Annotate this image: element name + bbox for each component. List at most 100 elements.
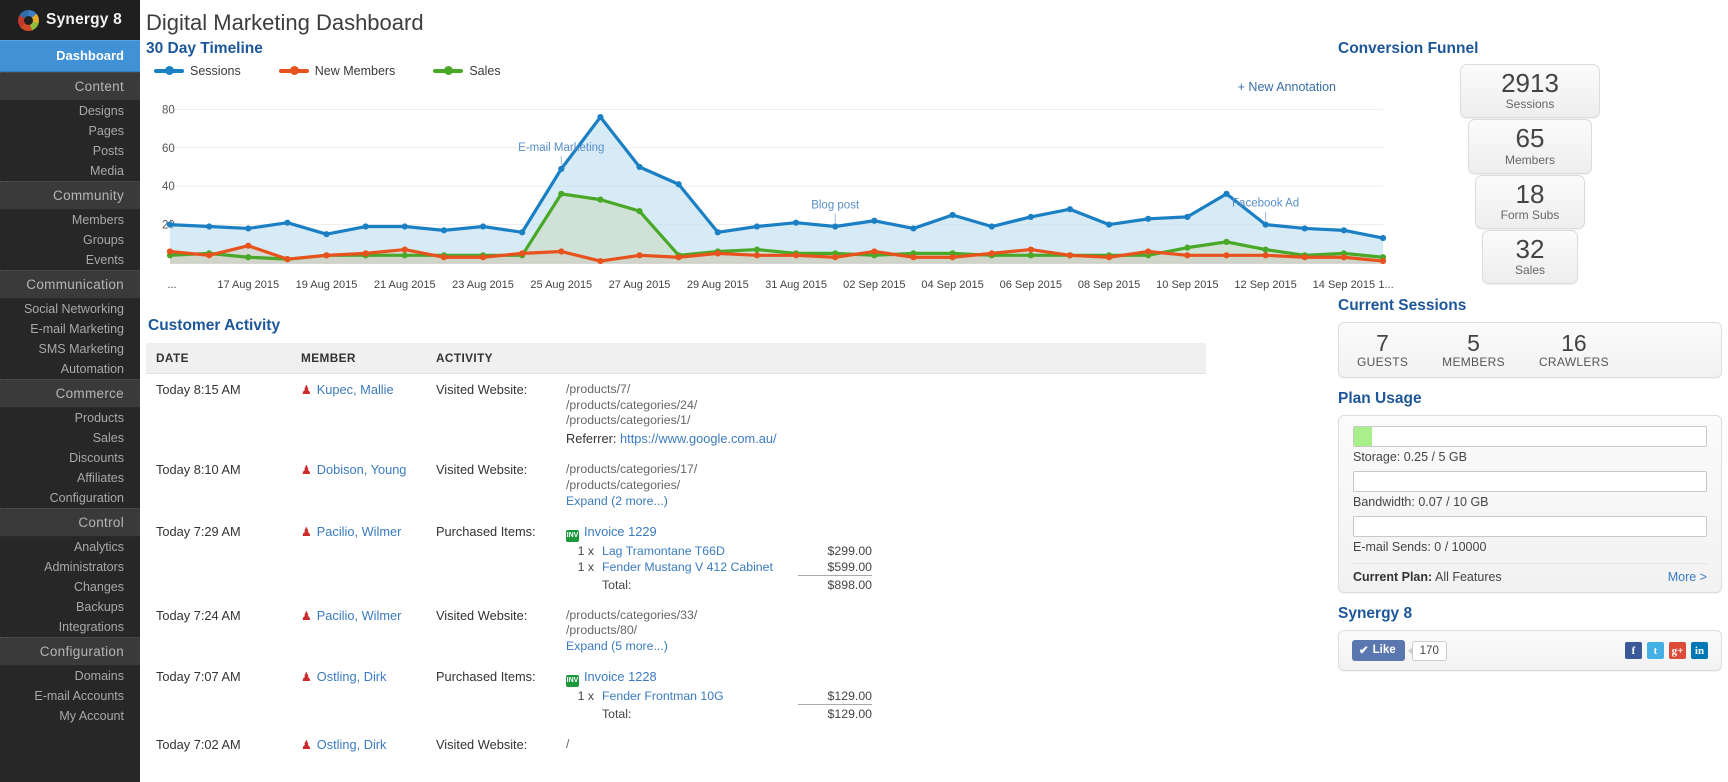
legend-label: New Members [314,64,396,78]
sidebar-item-sales[interactable]: Sales [0,428,140,448]
sidebar-item-pages[interactable]: Pages [0,121,140,141]
customer-activity-table: DATE MEMBER ACTIVITY Today 8:15 AM ♟ Kupec… [146,343,1206,761]
session-stat-value: 7 [1376,330,1389,357]
x-axis-tick: 29 Aug 2015 [687,279,749,291]
table-row: Today 8:15 AM ♟ Kupec, Mallie Visited Websi… [146,374,1206,455]
member-link[interactable]: Pacilio, Wilmer [317,608,402,623]
expand-link[interactable]: Expand (5 more...) [566,639,1200,653]
sidebar-item-discounts[interactable]: Discounts [0,448,140,468]
legend-item-sessions[interactable]: Sessions [154,64,241,78]
like-button[interactable]: ✔ Like [1352,640,1405,662]
sidebar-item-media[interactable]: Media [0,161,140,181]
x-axis-tick: 31 Aug 2015 [765,279,827,291]
invoice-item-price: $129.00 [798,689,872,706]
activity-member-cell: ♟ Pacilio, Wilmer [291,516,426,600]
sidebar-item-affiliates[interactable]: Affiliates [0,468,140,488]
sidebar-item-integrations[interactable]: Integrations [0,617,140,637]
sidebar-item-changes[interactable]: Changes [0,577,140,597]
funnel-step-sales[interactable]: 32 Sales [1482,229,1578,285]
legend-item-new-members[interactable]: New Members [278,64,396,78]
funnel-value: 65 [1515,123,1545,154]
twitter-icon[interactable]: t [1647,642,1664,660]
social-share-icons: f t g+ in [1625,642,1708,660]
sidebar-item-sms-marketing[interactable]: SMS Marketing [0,339,140,359]
y-axis-tick: 40 [162,181,175,193]
facebook-icon[interactable]: f [1625,642,1642,660]
sidebar-item-e-mail-marketing[interactable]: E-mail Marketing [0,319,140,339]
invoice-total-spacer [566,707,602,721]
visited-path: /products/categories/24/ [566,397,698,412]
plan-usage-caption: Storage: 0.25 / 5 GB [1353,450,1467,465]
session-stat-crawlers: 16 CRAWLERS [1539,331,1609,369]
invoice-link[interactable]: Invoice 1229 [584,524,657,539]
invoice-item-qty: 1 x [577,543,594,558]
sidebar-item-products[interactable]: Products [0,408,140,428]
funnel-label: Sessions [1505,97,1555,112]
funnel-step-form-subs[interactable]: 18 Form Subs [1475,174,1585,229]
sidebar-group-commerce: Commerce [0,379,140,408]
like-count: 170 [1407,640,1447,661]
funnel-step-sessions[interactable]: 2913 Sessions [1460,64,1600,119]
invoice-item-name[interactable]: Fender Mustang V 412 Cabinet [602,560,798,576]
activity-type: Visited Website: [436,462,528,478]
sidebar-item-designs[interactable]: Designs [0,101,140,121]
expand-link[interactable]: Expand (2 more...) [566,494,1200,508]
invoice-item-name[interactable]: Fender Frontman 10G [602,689,798,705]
plan-usage-bar [1353,471,1707,493]
activity-detail: /products/categories/33//products/80/Exp… [556,600,1206,661]
sidebar-item-dashboard[interactable]: Dashboard [0,40,140,72]
sidebar-item-events[interactable]: Events [0,250,140,270]
sidebar-item-groups[interactable]: Groups [0,230,140,250]
session-stat-label: MEMBERS [1442,355,1505,370]
linkedin-icon[interactable]: in [1691,642,1708,660]
referrer-label: Referrer: [566,431,621,447]
visited-path: /products/categories/1/ [566,413,691,428]
sidebar-item-administrators[interactable]: Administrators [0,557,140,577]
funnel-step-members[interactable]: 65 Members [1468,119,1592,174]
facebook-like-widget[interactable]: ✔ Like 170 [1352,640,1447,662]
sidebar-item-backups[interactable]: Backups [0,597,140,617]
activity-type: Visited Website: [436,382,528,397]
chart-annotation[interactable]: E-mail Marketing [518,142,604,154]
activity-detail: /products/categories/17//products/catego… [556,454,1206,515]
table-row: Today 7:07 AM ♟ Ostling, Dirk Purchased Ite… [146,661,1206,729]
x-axis-tick: 04 Sep 2015 [921,279,983,291]
google-plus-icon[interactable]: g+ [1669,642,1686,660]
check-icon: ✔ [1359,645,1369,658]
invoice-link[interactable]: Invoice 1228 [584,669,657,684]
member-link[interactable]: Ostling, Dirk [317,669,387,684]
member-link[interactable]: Kupec, Mallie [317,382,394,397]
member-link[interactable]: Ostling, Dirk [317,737,387,752]
session-stat-members: 5 MEMBERS [1442,331,1505,369]
sidebar-item-my-account[interactable]: My Account [0,706,140,726]
referrer-link[interactable]: https://www.google.com.au/ [620,431,777,446]
member-link[interactable]: Dobison, Young [317,462,407,477]
social-panel: ✔ Like 170 f t g+ in [1338,630,1722,672]
invoice-item-qty: 1 x [577,689,594,704]
invoice-icon: INV [566,529,579,542]
sidebar-item-members[interactable]: Members [0,210,140,230]
funnel-label: Members [1504,152,1555,167]
sidebar-item-automation[interactable]: Automation [0,359,140,379]
x-axis-tick: 21 Aug 2015 [374,279,436,291]
chart-annotation[interactable]: Facebook Ad [1232,198,1299,210]
sidebar-item-social-networking[interactable]: Social Networking [0,299,140,319]
legend-swatch-icon [278,66,309,75]
sidebar-item-analytics[interactable]: Analytics [0,537,140,557]
chart-annotation[interactable]: Blog post [811,200,860,212]
sidebar-item-e-mail-accounts[interactable]: E-mail Accounts [0,686,140,706]
brand[interactable]: Synergy 8 [0,0,140,40]
member-link[interactable]: Pacilio, Wilmer [317,524,402,539]
sidebar-item-posts[interactable]: Posts [0,141,140,161]
legend-item-sales[interactable]: Sales [433,64,501,78]
activity-member-cell: ♟ Dobison, Young [291,454,426,515]
new-annotation-link[interactable]: + New Annotation [1238,80,1336,94]
activity-member-cell: ♟ Pacilio, Wilmer [291,600,426,661]
sidebar-item-configuration[interactable]: Configuration [0,488,140,508]
funnel-label: Form Subs [1500,207,1560,222]
activity-type: Purchased Items: [436,523,536,539]
invoice-item-name[interactable]: Lag Tramontane T66D [602,544,798,558]
sidebar-group-control: Control [0,508,140,537]
sidebar-item-domains[interactable]: Domains [0,666,140,686]
plan-more-link[interactable]: More > [1668,570,1707,584]
